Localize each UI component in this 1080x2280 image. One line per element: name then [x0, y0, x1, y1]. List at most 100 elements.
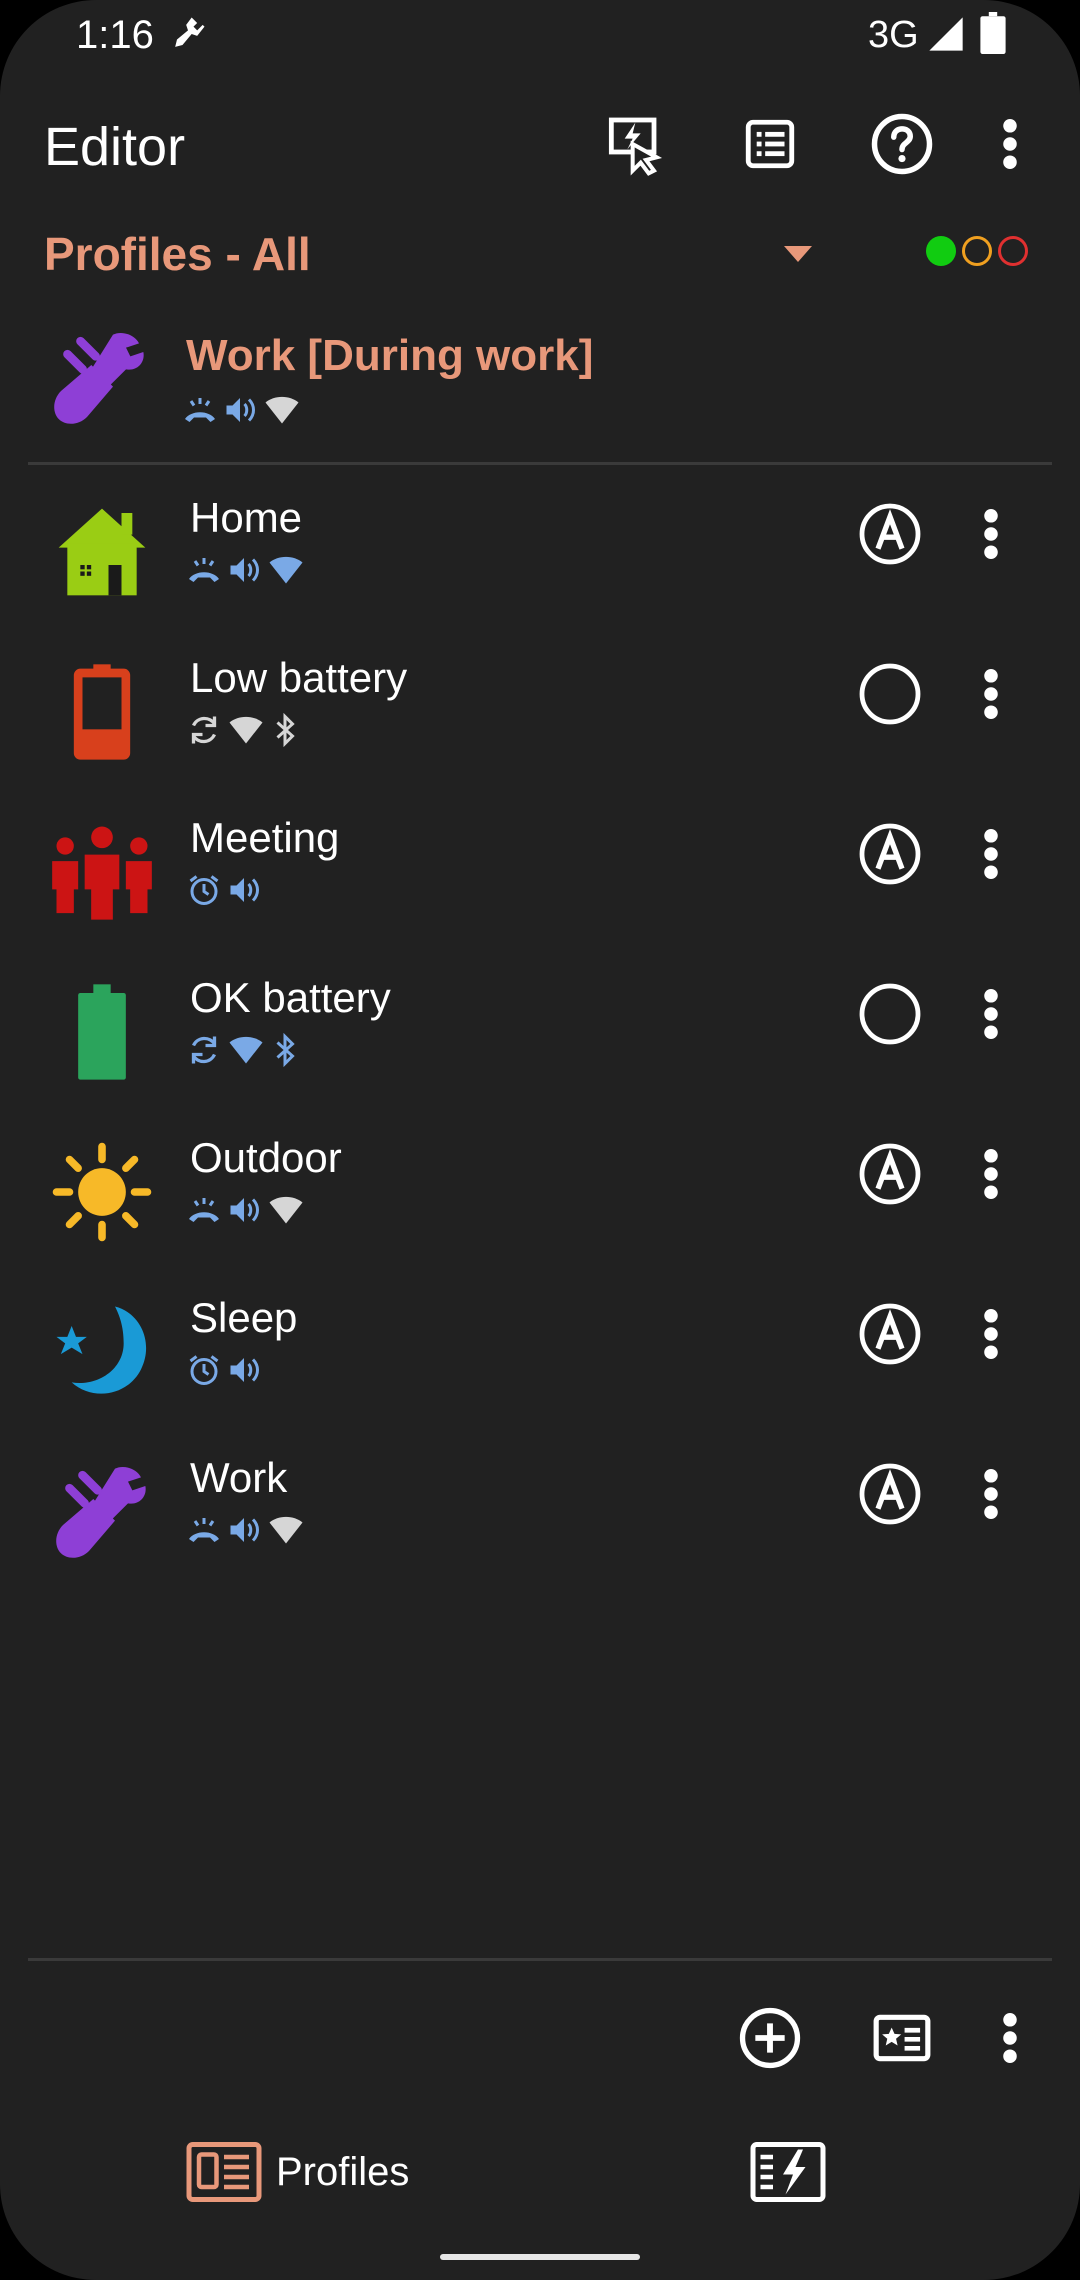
more-vert-icon [984, 829, 998, 879]
gesture-home-bar[interactable] [440, 2254, 640, 2260]
profile-name: Low battery [190, 654, 408, 701]
profile-row-home[interactable]: Home [0, 478, 1080, 638]
profile-row-low-battery[interactable]: Low battery [0, 638, 1080, 798]
more-vert-icon [984, 509, 998, 559]
profile-more-button[interactable] [964, 1142, 1018, 1206]
volume-icon [230, 878, 259, 902]
traffic-light-orange [962, 236, 992, 266]
profile-indicators [186, 1508, 306, 1552]
people-icon [52, 826, 152, 920]
profile-indicators [186, 708, 300, 752]
profile-row-work[interactable]: Work [0, 1438, 1080, 1598]
auto-activation-icon[interactable] [858, 1302, 922, 1366]
network-type: 3G [868, 14, 919, 56]
list-icon [745, 119, 795, 169]
toolbar-more-button[interactable] [980, 104, 1040, 184]
profile-row-sleep[interactable]: Sleep [0, 1278, 1080, 1438]
bottom-more-button[interactable] [980, 1998, 1040, 2078]
bluetooth-icon [276, 712, 295, 748]
profile-row-ok-battery[interactable]: OK battery [0, 958, 1080, 1118]
wifi-icon [265, 396, 299, 424]
signal-icon [929, 17, 963, 51]
battery-icon [980, 12, 1006, 54]
volume-icon [230, 558, 259, 582]
bluetooth-icon [276, 1032, 295, 1068]
more-vert-icon [984, 1309, 998, 1359]
app-screen: 1:16 3G Editor Profiles - All Work [Duri… [0, 0, 1080, 2280]
profile-name: Sleep [190, 1294, 298, 1341]
profile-card-button[interactable] [862, 1998, 942, 2078]
work-plug-icon [54, 332, 144, 424]
vibrate-ring-icon [189, 1518, 219, 1542]
events-nav-icon [750, 2142, 826, 2202]
profile-more-button[interactable] [964, 1302, 1018, 1366]
profile-more-button[interactable] [964, 822, 1018, 886]
profile-name: Work [190, 1454, 288, 1501]
vibrate-ring-icon [189, 1198, 219, 1222]
active-profile-name[interactable]: Work [During work] [186, 326, 593, 386]
more-vert-icon [984, 1469, 998, 1519]
profile-more-button[interactable] [964, 502, 1018, 566]
moon-icon [56, 1306, 147, 1394]
help-icon [871, 113, 933, 175]
divider [28, 1958, 1052, 1961]
volume-icon [226, 398, 255, 422]
manual-activation-icon[interactable] [858, 662, 922, 726]
sync-icon [191, 1036, 217, 1064]
profile-more-button[interactable] [964, 982, 1018, 1046]
auto-activation-icon[interactable] [858, 822, 922, 886]
alarm-icon [189, 875, 219, 905]
volume-icon [230, 1198, 259, 1222]
filter-dropdown-arrow-icon[interactable] [784, 246, 812, 262]
profile-indicators [186, 1348, 262, 1392]
help-button[interactable] [862, 104, 942, 184]
list-button[interactable] [730, 104, 810, 184]
more-vert-icon [984, 669, 998, 719]
auto-activation-icon[interactable] [858, 1462, 922, 1526]
battery-low-icon [73, 664, 131, 760]
more-vert-icon [984, 989, 998, 1039]
status-time: 1:16 [76, 13, 154, 57]
auto-activation-icon[interactable] [858, 502, 922, 566]
sun-icon [52, 1142, 152, 1242]
active-profile-indicators [182, 388, 302, 432]
auto-activation-icon[interactable] [858, 1142, 922, 1206]
nav-tab-events[interactable] [748, 2138, 828, 2210]
manual-activation-icon[interactable] [858, 982, 922, 1046]
add-circle-icon [739, 2007, 801, 2069]
wifi-on-icon [229, 1036, 263, 1064]
add-profile-button[interactable] [730, 1998, 810, 2078]
more-vert-icon [1003, 2013, 1017, 2063]
battery-full-icon [78, 984, 126, 1080]
profile-more-button[interactable] [964, 1462, 1018, 1526]
profile-name: Meeting [190, 814, 340, 861]
alarm-icon [189, 1355, 219, 1385]
profile-indicators [186, 1188, 306, 1232]
activator-button[interactable] [598, 104, 678, 184]
traffic-light-green [926, 236, 956, 266]
profile-more-button[interactable] [964, 662, 1018, 726]
wifi-off-icon [269, 1196, 303, 1224]
nav-tab-profiles-label[interactable]: Profiles [276, 2144, 409, 2200]
house-icon [58, 508, 146, 596]
vibrate-ring-icon [189, 558, 219, 582]
more-vert-icon [984, 1149, 998, 1199]
profile-name: OK battery [190, 974, 391, 1021]
profile-indicators [186, 868, 262, 912]
volume-icon [230, 1518, 259, 1542]
profile-indicators [186, 1028, 300, 1072]
profile-row-outdoor[interactable]: Outdoor [0, 1118, 1080, 1278]
profile-row-meeting[interactable]: Meeting [0, 798, 1080, 958]
more-vert-icon [1003, 119, 1017, 169]
profile-name: Home [190, 494, 303, 541]
profiles-filter-label[interactable]: Profiles - All [44, 222, 311, 286]
sync-icon [191, 716, 217, 744]
wifi-off-icon [269, 1516, 303, 1544]
work-plug-icon [56, 1466, 146, 1558]
wifi-on-icon [269, 556, 303, 584]
divider [28, 462, 1052, 465]
traffic-light-red [998, 236, 1028, 266]
profile-card-icon [873, 2014, 931, 2062]
vibrate-ring-icon [185, 398, 215, 422]
plug-icon [175, 17, 205, 47]
